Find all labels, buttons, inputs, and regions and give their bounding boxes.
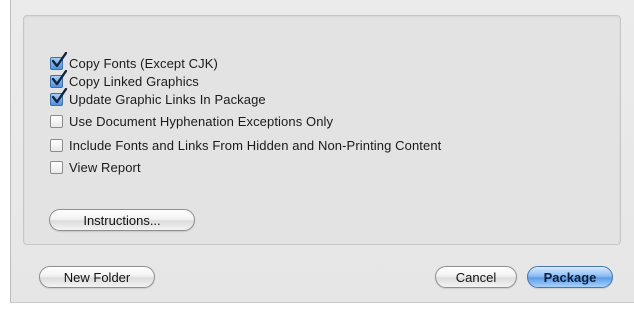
checkbox-update-graphic-links-box[interactable] <box>50 87 67 106</box>
package-button[interactable]: Package <box>527 266 613 288</box>
checkbox-copy-fonts-box[interactable] <box>50 51 67 70</box>
instructions-button[interactable]: Instructions... <box>49 209 195 231</box>
checkbox-view-report-box[interactable] <box>50 160 63 174</box>
checkbox-hyphenation-exceptions[interactable]: Use Document Hyphenation Exceptions Only <box>50 112 333 130</box>
checkbox-update-graphic-links[interactable]: Update Graphic Links In Package <box>50 87 266 108</box>
checkbox-update-graphic-links-label: Update Graphic Links In Package <box>69 91 266 107</box>
checkbox-view-report-label: View Report <box>69 159 141 175</box>
package-dialog: Copy Fonts (Except CJK) Copy Linked Grap… <box>10 0 634 303</box>
checkbox-include-hidden-content-box[interactable] <box>50 138 63 152</box>
checkbox-include-hidden-content-label: Include Fonts and Links From Hidden and … <box>69 137 442 153</box>
checkbox-copy-linked-graphics[interactable]: Copy Linked Graphics <box>50 69 199 90</box>
new-folder-button[interactable]: New Folder <box>39 266 155 288</box>
checkbox-copy-linked-graphics-box[interactable] <box>50 69 67 88</box>
checkbox-hyphenation-exceptions-box[interactable] <box>50 114 63 128</box>
checkbox-view-report[interactable]: View Report <box>50 158 141 176</box>
checkbox-include-hidden-content[interactable]: Include Fonts and Links From Hidden and … <box>50 136 441 154</box>
checkbox-copy-fonts[interactable]: Copy Fonts (Except CJK) <box>50 51 218 72</box>
checkmark-icon <box>51 51 67 67</box>
checkbox-copy-fonts-label: Copy Fonts (Except CJK) <box>69 55 218 71</box>
checkmark-icon <box>51 87 67 103</box>
checkbox-hyphenation-exceptions-label: Use Document Hyphenation Exceptions Only <box>69 113 334 129</box>
cancel-button[interactable]: Cancel <box>435 266 517 288</box>
checkmark-icon <box>51 69 67 85</box>
checkbox-copy-linked-graphics-label: Copy Linked Graphics <box>69 73 199 89</box>
package-options-panel: Copy Fonts (Except CJK) Copy Linked Grap… <box>23 15 621 245</box>
